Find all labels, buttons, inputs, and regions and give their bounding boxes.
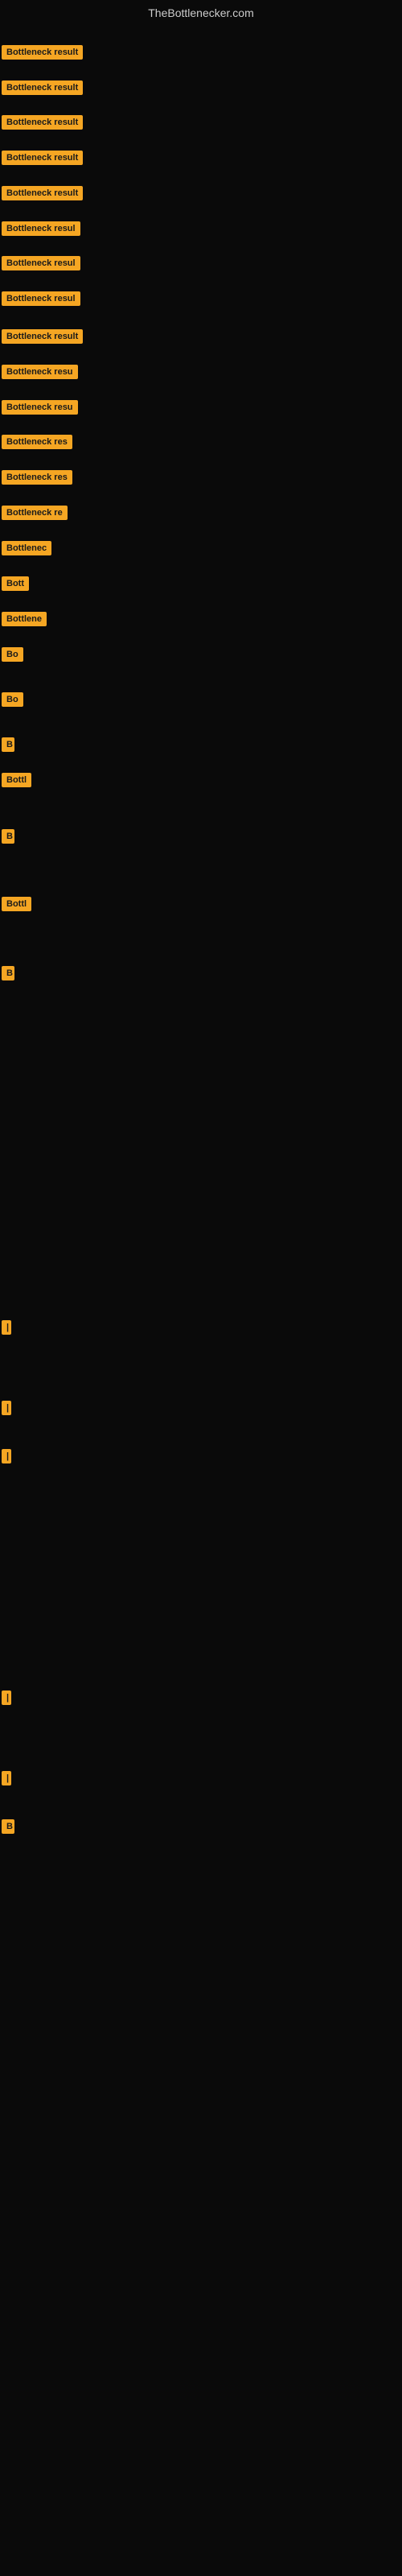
bottleneck-badge-container-26: | [2, 1401, 11, 1419]
bottleneck-badge-container-22: B [2, 829, 14, 848]
bottleneck-badge-6[interactable]: Bottleneck resul [2, 221, 80, 236]
bottleneck-badge-container-24: B [2, 966, 14, 985]
bottleneck-badge-container-12: Bottleneck res [2, 435, 72, 453]
bottleneck-badge-container-28: | [2, 1690, 11, 1709]
bottleneck-badge-23[interactable]: Bottl [2, 897, 31, 911]
bottleneck-badge-container-3: Bottleneck result [2, 115, 83, 134]
bottleneck-badge-2[interactable]: Bottleneck result [2, 80, 83, 95]
bottleneck-badge-27[interactable]: | [2, 1449, 11, 1463]
bottleneck-badge-8[interactable]: Bottleneck resul [2, 291, 80, 306]
bottleneck-badge-18[interactable]: Bo [2, 647, 23, 662]
bottleneck-badge-container-30: B [2, 1819, 14, 1838]
bottleneck-badge-container-18: Bo [2, 647, 23, 666]
bottleneck-badge-container-1: Bottleneck result [2, 45, 83, 64]
bottleneck-badge-20[interactable]: B [2, 737, 14, 752]
bottleneck-badge-container-4: Bottleneck result [2, 151, 83, 169]
bottleneck-badge-5[interactable]: Bottleneck result [2, 186, 83, 200]
bottleneck-badge-29[interactable]: | [2, 1771, 11, 1785]
site-header: TheBottlenecker.com [0, 0, 402, 23]
bottleneck-badge-25[interactable]: | [2, 1320, 11, 1335]
bottleneck-badge-container-15: Bottlenec [2, 541, 51, 559]
bottleneck-badge-container-10: Bottleneck resu [2, 365, 78, 383]
bottleneck-badge-container-9: Bottleneck result [2, 329, 83, 348]
bottleneck-badge-container-17: Bottlene [2, 612, 47, 630]
bottleneck-badge-30[interactable]: B [2, 1819, 14, 1834]
bottleneck-badge-container-5: Bottleneck result [2, 186, 83, 204]
bottleneck-badge-7[interactable]: Bottleneck resul [2, 256, 80, 270]
bottleneck-badge-container-19: Bo [2, 692, 23, 711]
bottleneck-badge-container-27: | [2, 1449, 11, 1468]
bottleneck-badge-15[interactable]: Bottlenec [2, 541, 51, 555]
bottleneck-badge-container-23: Bottl [2, 897, 31, 915]
bottleneck-badge-28[interactable]: | [2, 1690, 11, 1705]
bottleneck-badge-container-20: B [2, 737, 14, 756]
bottleneck-badge-container-6: Bottleneck resul [2, 221, 80, 240]
bottleneck-badge-26[interactable]: | [2, 1401, 11, 1415]
bottleneck-badge-container-21: Bottl [2, 773, 31, 791]
bottleneck-badge-10[interactable]: Bottleneck resu [2, 365, 78, 379]
bottleneck-badge-17[interactable]: Bottlene [2, 612, 47, 626]
bottleneck-badge-19[interactable]: Bo [2, 692, 23, 707]
bottleneck-badge-container-13: Bottleneck res [2, 470, 72, 489]
bottleneck-badge-container-16: Bott [2, 576, 29, 595]
bottleneck-badge-3[interactable]: Bottleneck result [2, 115, 83, 130]
bottleneck-badge-21[interactable]: Bottl [2, 773, 31, 787]
bottleneck-badge-16[interactable]: Bott [2, 576, 29, 591]
bottleneck-badge-12[interactable]: Bottleneck res [2, 435, 72, 449]
bottleneck-badge-22[interactable]: B [2, 829, 14, 844]
bottleneck-badge-9[interactable]: Bottleneck result [2, 329, 83, 344]
bottleneck-badge-4[interactable]: Bottleneck result [2, 151, 83, 165]
bottleneck-badge-1[interactable]: Bottleneck result [2, 45, 83, 60]
bottleneck-badge-14[interactable]: Bottleneck re [2, 506, 68, 520]
bottleneck-badge-container-11: Bottleneck resu [2, 400, 78, 419]
bottleneck-badge-container-25: | [2, 1320, 11, 1339]
bottleneck-badge-11[interactable]: Bottleneck resu [2, 400, 78, 415]
bottleneck-badge-24[interactable]: B [2, 966, 14, 980]
bottleneck-badge-container-14: Bottleneck re [2, 506, 68, 524]
site-title: TheBottlenecker.com [0, 0, 402, 23]
bottleneck-badge-container-8: Bottleneck resul [2, 291, 80, 310]
bottleneck-badge-container-29: | [2, 1771, 11, 1790]
bottleneck-badge-container-2: Bottleneck result [2, 80, 83, 99]
bottleneck-badge-container-7: Bottleneck resul [2, 256, 80, 275]
bottleneck-badge-13[interactable]: Bottleneck res [2, 470, 72, 485]
